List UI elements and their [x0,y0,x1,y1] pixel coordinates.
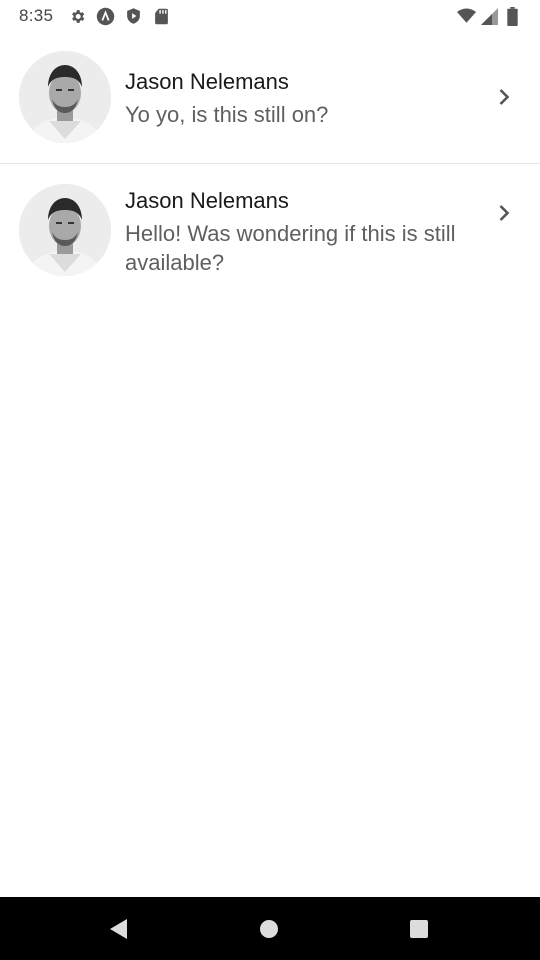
wifi-icon [457,7,476,26]
avatar [19,51,111,143]
chevron-right-icon[interactable] [496,203,512,223]
gear-icon [68,7,87,26]
message-preview: Yo yo, is this still on? [125,102,329,127]
assistant-a-icon [96,7,115,26]
status-time: 8:35 [19,6,54,25]
conversation-item[interactable]: Jason Nelemans Yo yo, is this still on? [0,31,540,164]
avatar [19,184,111,276]
status-right-group [457,6,522,26]
message-preview: Hello! Was wondering if this is still av… [125,221,456,275]
battery-icon [503,6,522,26]
back-icon[interactable] [108,918,130,940]
chevron-right-icon[interactable] [496,87,512,107]
messages-screen: 8:35 Jason Nelemans Yo yo, is this still… [0,0,540,960]
sd-card-icon [152,7,171,26]
recents-icon[interactable] [408,918,430,940]
sender-name: Jason Nelemans [125,188,289,213]
message-text-block: Jason Nelemans Yo yo, is this still on? [125,68,470,129]
message-text-block: Jason Nelemans Hello! Was wondering if t… [125,187,470,277]
conversation-item[interactable]: Jason Nelemans Hello! Was wondering if t… [0,164,540,314]
home-icon[interactable] [258,918,280,940]
cell-signal-icon [480,7,499,26]
status-bar: 8:35 [0,0,540,32]
shield-play-icon [124,7,143,26]
sender-name: Jason Nelemans [125,69,289,94]
conversation-list: Jason Nelemans Yo yo, is this still on? [0,31,540,314]
status-left-group: 8:35 [19,6,171,26]
navigation-bar [0,897,540,960]
